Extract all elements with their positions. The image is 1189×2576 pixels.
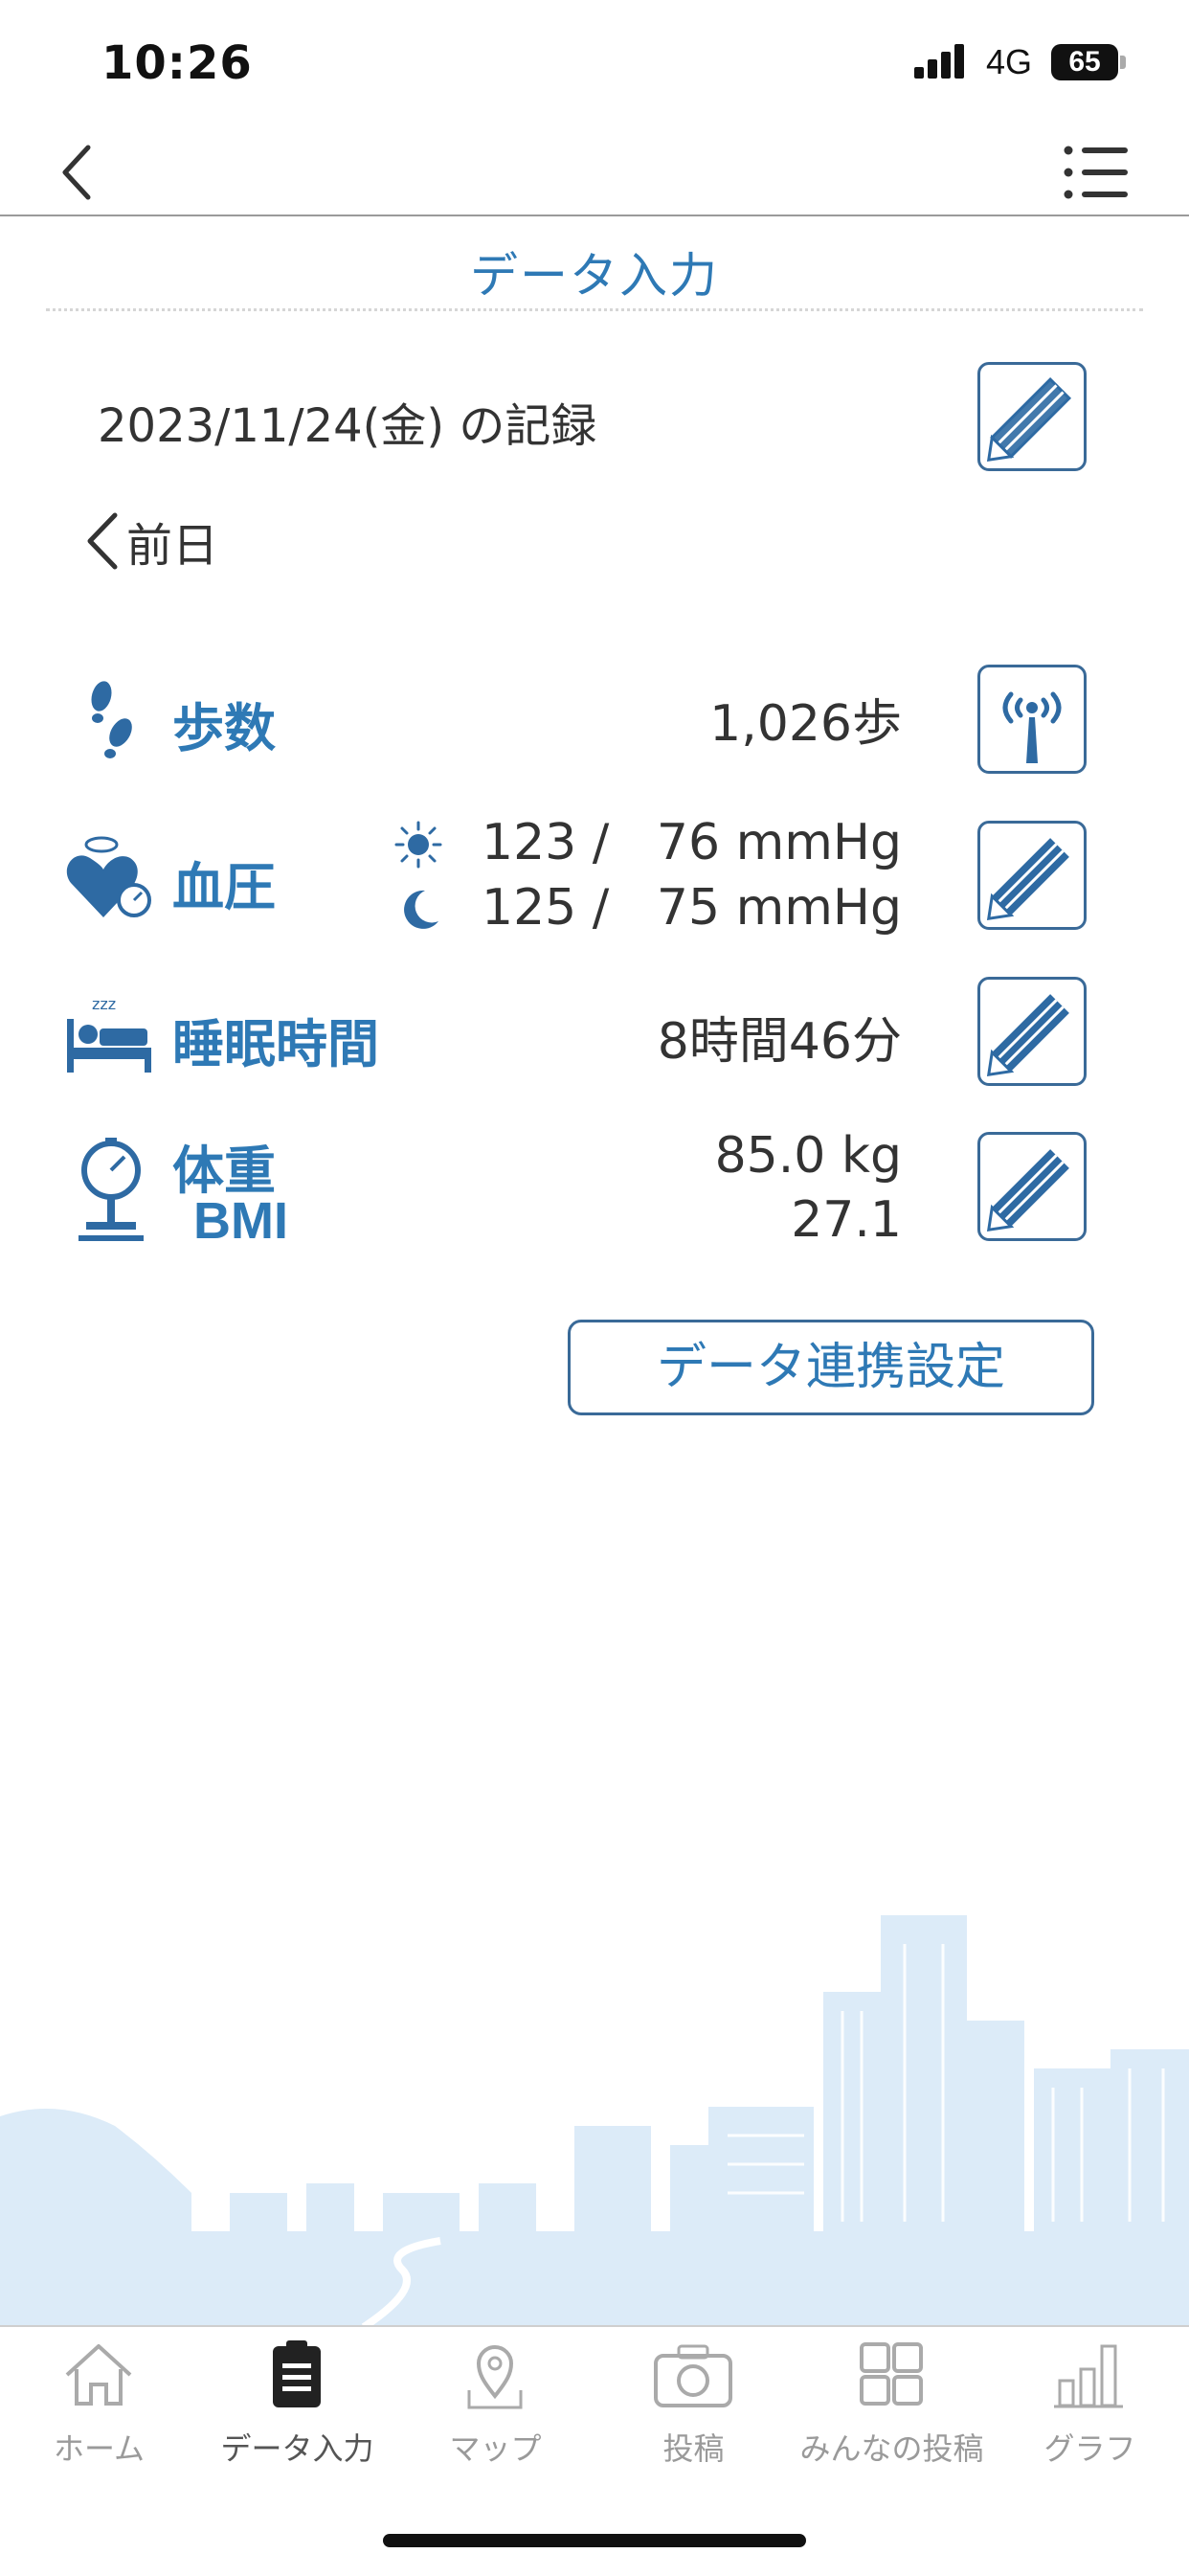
scale-icon (73, 1134, 149, 1247)
blood-pressure-label: 血圧 (172, 857, 276, 917)
tab-everyone-posts[interactable]: みんなの投稿 (793, 2337, 991, 2471)
svg-text:zzz: zzz (92, 995, 116, 1013)
tab-map-label: マップ (449, 2430, 542, 2467)
antenna-icon (1002, 691, 1062, 763)
record-date: 2023/11/24(金) の記録 (98, 399, 597, 453)
footsteps-icon (79, 675, 146, 761)
tab-everyone-posts-label: みんなの投稿 (799, 2430, 984, 2467)
tab-map[interactable]: マップ (396, 2337, 594, 2471)
signal-icon (914, 44, 968, 79)
chevron-left-icon (87, 512, 118, 570)
clipboard-icon (273, 2340, 321, 2407)
tab-graph[interactable]: グラフ (991, 2337, 1189, 2471)
data-link-settings-button[interactable]: データ連携設定 (568, 1320, 1094, 1415)
bmi-value: 27.1 (791, 1191, 902, 1249)
tab-home-label: ホーム (53, 2430, 146, 2467)
prev-day-button[interactable]: 前日 (80, 508, 218, 575)
bed-icon: zzz (63, 992, 155, 1074)
battery-tip (1120, 56, 1126, 69)
tab-data-input-label: データ入力 (220, 2430, 374, 2467)
status-time: 10:26 (101, 36, 253, 90)
city-skyline-illustration (0, 1915, 1189, 2327)
prev-day-label: 前日 (126, 519, 219, 573)
grid-icon (860, 2342, 923, 2406)
nav-divider (0, 215, 1189, 216)
bp-night-value: 125 / 75 mmHg (481, 879, 902, 937)
steps-sync-button[interactable] (977, 665, 1087, 774)
tab-post[interactable]: 投稿 (594, 2337, 793, 2471)
camera-icon (654, 2344, 732, 2407)
moon-icon (396, 885, 444, 933)
pencil-icon (986, 1149, 1069, 1232)
chevron-left-icon (62, 145, 91, 200)
sleep-label: 睡眠時間 (172, 1014, 379, 1074)
bp-morning-value: 123 / 76 mmHg (481, 814, 902, 871)
list-menu-icon (1064, 146, 1128, 199)
pencil-icon (986, 838, 1069, 921)
map-pin-icon (467, 2345, 523, 2409)
pencil-icon (986, 376, 1072, 463)
tab-data-input[interactable]: データ入力 (198, 2337, 396, 2471)
battery-icon: 65 (1051, 44, 1118, 80)
edit-record-button[interactable] (977, 362, 1087, 471)
tab-home[interactable]: ホーム (0, 2337, 198, 2471)
home-indicator[interactable] (383, 2534, 806, 2547)
pencil-icon (986, 994, 1069, 1077)
sun-icon (393, 819, 444, 870)
tab-post-label: 投稿 (662, 2430, 725, 2467)
title-divider (46, 308, 1143, 311)
page-title: データ入力 (470, 248, 719, 304)
back-button[interactable] (48, 134, 115, 211)
sleep-value: 8時間46分 (657, 1013, 902, 1071)
bar-chart-icon (1054, 2344, 1123, 2408)
menu-button[interactable] (1059, 134, 1135, 211)
steps-value: 1,026歩 (709, 695, 902, 753)
edit-blood-pressure-button[interactable] (977, 821, 1087, 930)
edit-sleep-button[interactable] (977, 977, 1087, 1086)
steps-label: 歩数 (172, 698, 276, 758)
heart-blood-pressure-icon (65, 833, 153, 921)
home-icon (65, 2344, 132, 2406)
weight-value: 85.0 kg (714, 1127, 902, 1185)
tab-graph-label: グラフ (1043, 2430, 1136, 2467)
bmi-label: BMI (193, 1192, 288, 1250)
edit-weight-button[interactable] (977, 1132, 1087, 1241)
network-type: 4G (986, 42, 1033, 81)
